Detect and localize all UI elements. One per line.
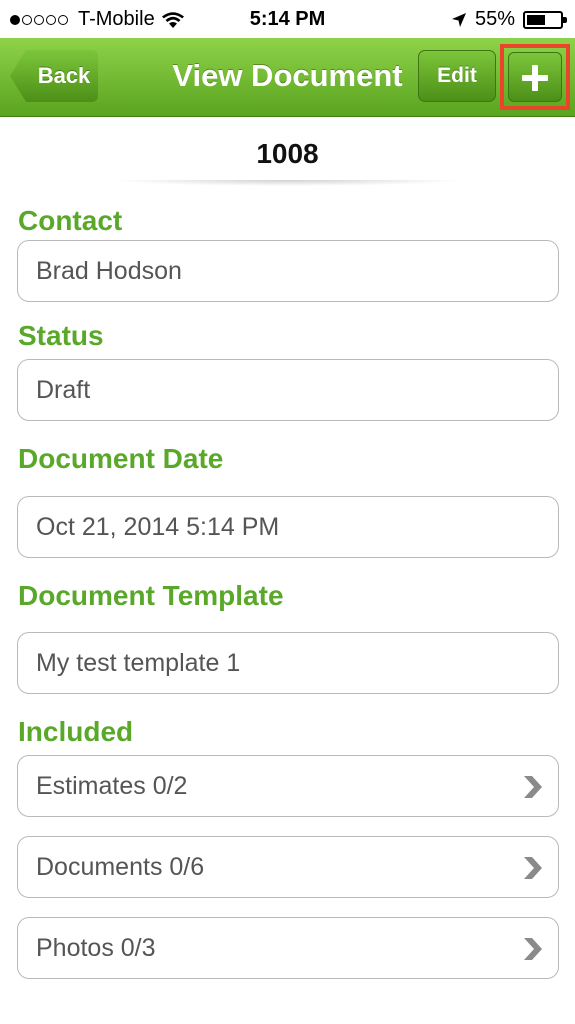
- document-template-field[interactable]: My test template 1: [17, 632, 559, 694]
- add-button[interactable]: [508, 52, 562, 102]
- status-right: 55%: [451, 8, 567, 31]
- document-date-label: Document Date: [18, 443, 224, 474]
- document-template-value: My test template 1: [36, 649, 241, 677]
- included-row-label: Estimates 0/2: [36, 772, 188, 800]
- chevron-right-icon: [524, 938, 542, 960]
- status-label: Status: [18, 320, 104, 351]
- included-row-label: Documents 0/6: [36, 853, 205, 881]
- divider: [110, 180, 465, 186]
- contact-field[interactable]: Brad Hodson: [17, 240, 559, 302]
- included-row-estimates[interactable]: Estimates 0/2: [17, 755, 559, 817]
- status-value: Draft: [36, 376, 91, 404]
- contact-value: Brad Hodson: [36, 257, 182, 285]
- chevron-right-icon: [524, 776, 542, 798]
- document-date-value: Oct 21, 2014 5:14 PM: [36, 513, 280, 541]
- back-button[interactable]: Back: [10, 50, 98, 102]
- battery-percent: 55%: [474, 8, 515, 30]
- included-label: Included: [18, 716, 134, 747]
- document-date-field[interactable]: Oct 21, 2014 5:14 PM: [17, 496, 559, 558]
- navigation-bar: Back View Document Edit: [0, 38, 575, 117]
- included-row-photos[interactable]: Photos 0/3: [17, 917, 559, 979]
- edit-button[interactable]: Edit: [418, 50, 496, 102]
- document-template-label: Document Template: [18, 580, 284, 611]
- page-title: View Document: [172, 58, 403, 93]
- included-row-label: Photos 0/3: [36, 934, 156, 962]
- contact-label: Contact: [18, 205, 123, 236]
- battery-icon: [523, 10, 567, 29]
- status-field[interactable]: Draft: [17, 359, 559, 421]
- included-row-documents[interactable]: Documents 0/6: [17, 836, 559, 898]
- back-button-label: Back: [37, 63, 91, 88]
- location-arrow-icon: [451, 12, 466, 27]
- document-number: 1008: [256, 138, 319, 169]
- chevron-right-icon: [524, 857, 542, 879]
- status-bar: T-Mobile 5:14 PM 55%: [0, 0, 575, 38]
